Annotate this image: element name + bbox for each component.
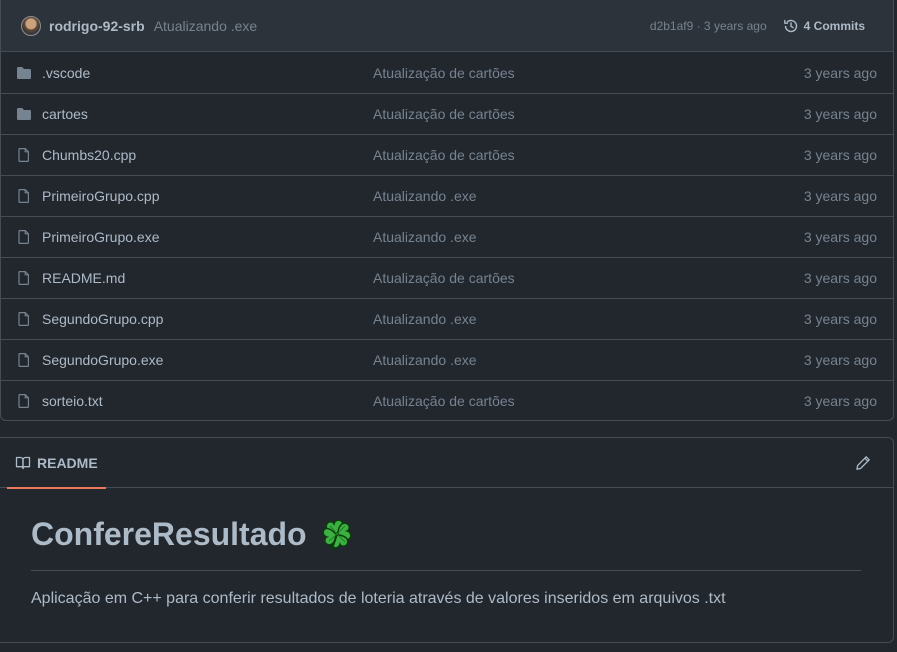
file-row[interactable]: sorteio.txt Atualização de cartões 3 years… [1,380,893,420]
commits-count-label: 4 Commits [803,18,865,33]
file-rows: .vscode Atualização de cartões 3 years ago… [1,52,893,420]
file-name-link[interactable]: PrimeiroGrupo.exe [42,229,373,245]
file-icon [16,270,32,286]
readme-tab-label: README [37,454,98,471]
readme-description: Aplicação em C++ para conferir resultado… [31,590,726,607]
file-row[interactable]: Chumbs20.cpp Atualização de cartões 3 year… [1,134,893,175]
file-name-link[interactable]: Chumbs20.cpp [42,147,373,163]
readme-title-text: ConfereResultado [31,515,307,552]
file-commit-message-link[interactable]: Atualização de cartões [373,393,804,409]
commit-author-link[interactable]: rodrigo-92-srb [49,18,145,34]
file-commit-message-link[interactable]: Atualização de cartões [373,106,804,122]
file-commit-age: 3 years ago [803,106,877,122]
file-icon [16,393,32,409]
file-name-link[interactable]: SegundoGrupo.exe [42,352,373,368]
file-row[interactable]: .vscode Atualização de cartões 3 years ago [1,52,893,93]
file-name-link[interactable]: .vscode [42,65,373,81]
pencil-icon [856,455,870,470]
file-row[interactable]: PrimeiroGrupo.cpp Atualizando .exe 3 years… [1,175,893,216]
file-icon [16,147,32,163]
commit-message-link[interactable]: Atualizando .exe [154,18,258,34]
file-commit-age: 3 years ago [803,229,877,245]
file-row[interactable]: cartoes Atualização de cartões 3 years ago [1,93,893,134]
readme-title: ConfereResultado [31,506,861,571]
file-commit-message-link[interactable]: Atualizando .exe [373,229,804,245]
file-row[interactable]: README.md Atualização de cartões 3 years a… [1,257,893,298]
file-commit-age: 3 years ago [803,188,877,204]
file-name-link[interactable]: README.md [42,270,373,286]
history-icon [783,19,797,32]
readme-header: README [0,438,893,489]
file-name-link[interactable]: PrimeiroGrupo.cpp [42,188,373,204]
file-commit-age: 3 years ago [803,393,877,409]
file-row[interactable]: SegundoGrupo.exe Atualizando .exe 3 years … [1,339,893,380]
file-icon [16,352,32,368]
latest-commit-bar: rodrigo-92-srb Atualizando .exe d2b1af9 … [1,0,893,52]
file-commit-age: 3 years ago [803,352,877,368]
file-commit-message-link[interactable]: Atualização de cartões [373,147,804,163]
file-commit-message-link[interactable]: Atualizando .exe [373,352,804,368]
file-name-link[interactable]: cartoes [42,106,373,122]
file-commit-age: 3 years ago [803,147,877,163]
edit-readme-button[interactable] [855,455,871,471]
readme-tab[interactable]: README [7,438,106,489]
file-list-box: rodrigo-92-srb Atualizando .exe d2b1af9 … [0,0,894,421]
folder-icon [16,106,32,122]
book-icon [15,456,31,469]
commits-history-link[interactable]: 4 Commits [783,18,865,34]
folder-icon [16,65,32,81]
file-icon [16,229,32,245]
author-avatar[interactable] [21,15,41,36]
file-commit-message-link[interactable]: Atualizando .exe [373,311,804,327]
file-commit-age: 3 years ago [803,311,877,327]
file-row[interactable]: PrimeiroGrupo.exe Atualizando .exe 3 years… [1,216,893,257]
four-leaf-clover-icon [319,516,355,552]
file-commit-message-link[interactable]: Atualização de cartões [373,65,804,81]
readme-box: README ConfereResultado Aplicação em C++… [0,437,894,643]
file-row[interactable]: SegundoGrupo.cpp Atualizando .exe 3 years … [1,298,893,339]
commit-right-group: d2b1af9 · 3 years ago 4 Commits [650,18,865,34]
commit-hash-time[interactable]: d2b1af9 · 3 years ago [650,19,767,33]
file-name-link[interactable]: SegundoGrupo.cpp [42,311,373,327]
file-commit-message-link[interactable]: Atualização de cartões [373,270,804,286]
file-commit-message-link[interactable]: Atualizando .exe [373,188,804,204]
readme-body: ConfereResultado Aplicação em C++ para c… [0,488,893,608]
file-name-link[interactable]: sorteio.txt [42,393,373,409]
file-icon [16,188,32,204]
file-commit-age: 3 years ago [803,270,877,286]
file-commit-age: 3 years ago [803,64,877,81]
file-icon [16,311,32,327]
